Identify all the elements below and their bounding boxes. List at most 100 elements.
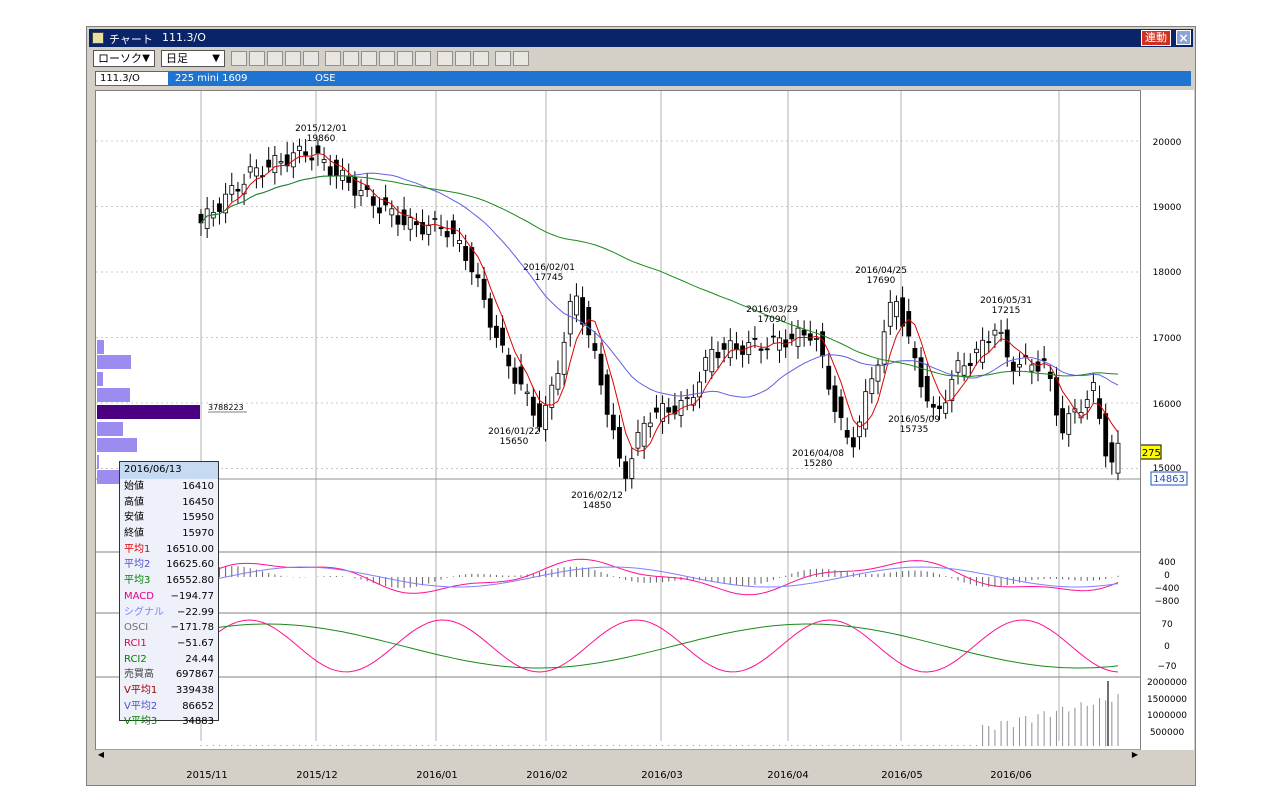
candle-body xyxy=(1010,361,1016,372)
tooltip-label: V平均3 xyxy=(124,716,158,728)
zigzag-tool-icon[interactable] xyxy=(513,51,529,66)
annotation-date: 2016/04/08 xyxy=(792,449,844,459)
candle-body xyxy=(801,329,807,336)
toolbar: ローソク ▼ 日足 ▼ xyxy=(89,49,1193,69)
annotation-date: 2016/05/09 xyxy=(888,415,940,425)
tooltip-label: 平均2 xyxy=(124,559,151,571)
tooltip-row: 平均2 16625.60 xyxy=(120,557,218,573)
tooltip-value: 15970 xyxy=(182,528,214,540)
tooltip-value: −22.99 xyxy=(176,606,214,618)
tooltip-row: V平均2 86652 xyxy=(120,699,218,715)
annotation-price: 19860 xyxy=(307,134,336,144)
candle-body xyxy=(530,396,536,416)
candle-body xyxy=(272,155,278,174)
cursor-tool-icon[interactable] xyxy=(455,51,471,66)
chart-type-value: ローソク xyxy=(98,52,142,65)
candle-body xyxy=(844,430,850,438)
chart2-tool-icon[interactable] xyxy=(361,51,377,66)
candle-body xyxy=(278,161,284,164)
candle-body xyxy=(604,374,610,415)
candle-body xyxy=(518,366,524,385)
scroll-right-icon[interactable]: ▶ xyxy=(1130,750,1140,760)
volume-profile-bar xyxy=(97,340,104,354)
candle-body xyxy=(654,407,659,413)
scroll-left-icon[interactable]: ◀ xyxy=(96,750,106,760)
candle-body xyxy=(315,145,321,154)
coin-tool-icon[interactable] xyxy=(495,51,511,66)
time-axis: 2015/11 2015/12 2016/01 2016/02 2016/03 2016/… xyxy=(95,762,1195,782)
right-axis: 20000 19000 18000 17000 16000 15000 400 0 −400 −8… xyxy=(1128,90,1194,750)
candle-body xyxy=(838,396,844,418)
annotation-date: 2016/01/22 xyxy=(488,427,540,437)
period-value: 日足 xyxy=(166,52,188,65)
symbol-code[interactable]: 111.3/O xyxy=(95,71,169,86)
MID-tool-icon[interactable] xyxy=(285,51,301,66)
line-tool-icon[interactable] xyxy=(325,51,341,66)
tooltip-rows: 始値 16410 高値 16450 安値 15950 終値 15970 平均1 16510.00 平… xyxy=(120,479,218,730)
candle-body xyxy=(930,404,936,408)
link-button[interactable]: 連動 xyxy=(1141,30,1171,46)
annotation-date: 2016/03/29 xyxy=(746,305,798,315)
BB-tool-icon[interactable] xyxy=(267,51,283,66)
candle-body xyxy=(764,348,770,351)
period-dropdown[interactable]: 日足 ▼ xyxy=(161,50,225,67)
volume-profile-bar xyxy=(97,388,130,402)
zoom-tool-icon[interactable] xyxy=(379,51,395,66)
tooltip-row: V平均3 34883 xyxy=(120,714,218,730)
pen-tool-icon[interactable] xyxy=(437,51,453,66)
candle-body xyxy=(1041,358,1047,361)
tooltip-label: OSCI xyxy=(124,622,149,634)
chart-window: チャート 111.3/O 連動 × ローソク ▼ 日足 ▼ 111.3/O 225 … xyxy=(86,26,1196,786)
annotation-price: 15735 xyxy=(900,425,929,435)
tooltip-label: 終値 xyxy=(124,528,144,540)
chart-area[interactable]: 2015/12/01 19860 2016/01/22 15650 2016/02/01… xyxy=(95,90,1141,750)
candle-body xyxy=(974,348,979,354)
tooltip-row: OSCI −171.78 xyxy=(120,620,218,636)
PA-tool-icon[interactable] xyxy=(303,51,319,66)
title-bar[interactable]: チャート 111.3/O 連動 × xyxy=(89,29,1193,47)
price-axis-label: 19000 xyxy=(1153,203,1182,213)
candle-body xyxy=(623,461,629,479)
candle-body xyxy=(247,166,253,173)
candle-body xyxy=(900,297,905,327)
chevron-down-icon: ▼ xyxy=(142,53,150,64)
candle-body xyxy=(869,378,875,395)
x-axis-label: 2015/11 xyxy=(186,770,228,781)
volume-profile-bar xyxy=(97,372,103,386)
candle-body xyxy=(592,343,598,351)
window-symbol-title: 111.3/O xyxy=(162,31,206,44)
candle-body xyxy=(610,414,616,431)
x-axis-label: 2016/03 xyxy=(641,770,683,781)
candle-body xyxy=(253,167,259,177)
candle-body xyxy=(857,421,862,438)
candle-tool-icon[interactable] xyxy=(343,51,359,66)
fib-tool-icon[interactable] xyxy=(415,51,431,66)
candle-body xyxy=(832,385,838,412)
tooltip-row: 始値 16410 xyxy=(120,479,218,495)
data-tooltip: 2016/06/13 始値 16410 高値 16450 安値 15950 終値 15970 平… xyxy=(119,461,219,727)
chart-type-dropdown[interactable]: ローソク ▼ xyxy=(93,50,155,67)
candles xyxy=(198,138,1121,492)
grid-tool-icon[interactable] xyxy=(231,51,247,66)
candle-body xyxy=(438,227,444,230)
horizontal-scrollbar[interactable]: ◀ ▶ xyxy=(96,749,1140,761)
macd-axis-label: 400 xyxy=(1158,558,1175,568)
macd-axis-label: 0 xyxy=(1164,571,1170,581)
candle-body xyxy=(875,364,881,382)
candle-body xyxy=(752,338,758,340)
candle-body xyxy=(574,295,579,316)
candle-body xyxy=(303,151,309,156)
close-icon[interactable]: × xyxy=(1176,30,1191,45)
candle-body xyxy=(1103,413,1109,457)
annotation-date: 2016/04/25 xyxy=(855,266,907,276)
MA-tool-icon[interactable] xyxy=(249,51,265,66)
exchange-name: OSE xyxy=(315,73,336,84)
candle-body xyxy=(850,437,856,448)
price-chart-svg[interactable]: 2015/12/0119860 2016/01/2215650 2016/02/01… xyxy=(96,91,1140,749)
candle-body xyxy=(426,225,432,235)
chart-app-icon xyxy=(92,32,104,44)
candle-body xyxy=(961,365,967,376)
annotation-price: 17215 xyxy=(992,306,1021,316)
eraser-tool-icon[interactable] xyxy=(473,51,489,66)
calendar-tool-icon[interactable] xyxy=(397,51,413,66)
